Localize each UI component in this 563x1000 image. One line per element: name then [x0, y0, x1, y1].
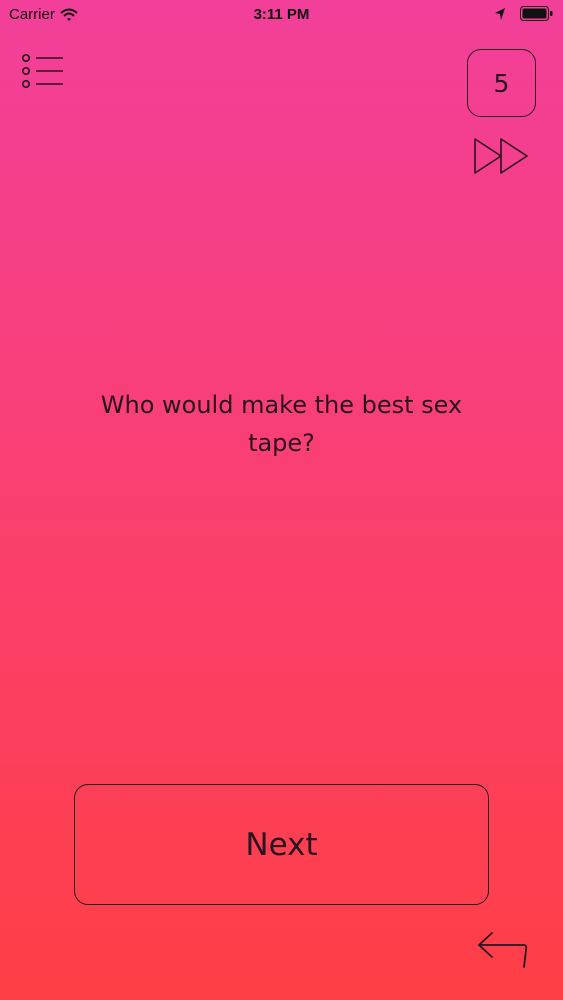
fast-forward-icon [474, 138, 528, 174]
back-button[interactable] [474, 925, 530, 971]
next-button[interactable]: Next [74, 784, 489, 905]
menu-button[interactable] [20, 53, 66, 93]
list-menu-icon [21, 53, 63, 88]
question-text: Who would make the best sex tape? [100, 391, 463, 457]
counter-value: 5 [493, 68, 510, 98]
status-time: 3:11 PM [253, 6, 310, 23]
location-icon [495, 7, 505, 20]
next-button-label: Next [245, 826, 318, 863]
skip-button[interactable] [472, 136, 530, 176]
question-counter-badge: 5 [467, 49, 536, 117]
undo-arrow-icon [478, 932, 528, 968]
status-bar: Carrier 3:11 PM [0, 0, 563, 30]
battery-icon [520, 6, 553, 21]
status-right [494, 6, 553, 21]
